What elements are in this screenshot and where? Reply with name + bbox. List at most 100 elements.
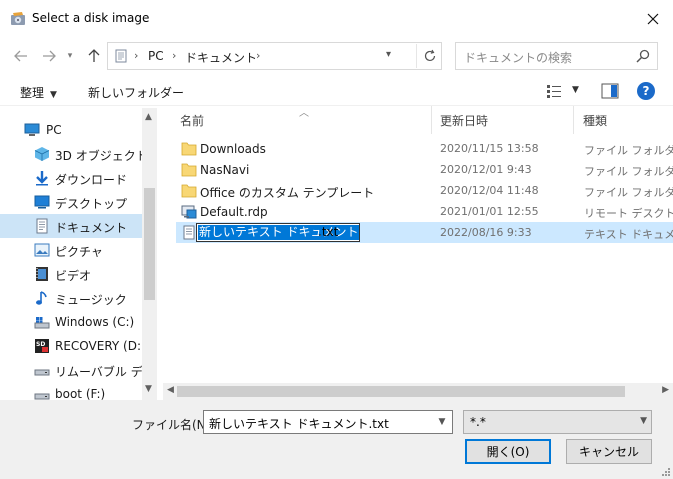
file-name: NasNavi xyxy=(200,163,250,177)
file-name: Downloads xyxy=(200,142,266,156)
file-name: Office のカスタム テンプレート xyxy=(200,186,375,200)
file-row[interactable]: Office のカスタム テンプレート 2020/12/04 11:48 ファイ… xyxy=(176,180,673,201)
help-icon[interactable]: ? xyxy=(637,82,655,100)
organize-menu[interactable]: 整理 ▼ xyxy=(20,84,57,101)
folder-icon xyxy=(181,184,197,198)
window-title: Select a disk image xyxy=(32,11,150,25)
file-row[interactable]: NasNavi 2020/12/01 9:43 ファイル フォルダー xyxy=(176,159,673,180)
sidebar-scroll-thumb[interactable] xyxy=(144,188,155,300)
sd-card-icon: SD xyxy=(35,339,49,353)
file-type-filter[interactable]: *.* ▼ xyxy=(463,410,652,434)
rename-extension: .txt xyxy=(318,225,339,239)
sidebar-item-label: RECOVERY (D:) xyxy=(55,339,146,353)
scroll-left-icon[interactable]: ◀ xyxy=(167,385,174,395)
search-box[interactable]: ドキュメントの検索 xyxy=(455,42,658,70)
sidebar-item-desktop[interactable]: デスクトップ xyxy=(0,190,142,214)
refresh-button[interactable] xyxy=(416,44,442,68)
up-button[interactable] xyxy=(85,47,103,65)
close-button[interactable] xyxy=(633,0,673,38)
column-header-label: 種類 xyxy=(583,113,608,128)
file-type-filter-value: *.* xyxy=(470,415,486,429)
removable-drive-icon xyxy=(34,369,50,376)
drive-icon xyxy=(34,317,50,329)
cancel-button[interactable]: キャンセル xyxy=(566,439,652,464)
sidebar-item-label: PC xyxy=(46,123,62,137)
open-button[interactable]: 開く(O) xyxy=(465,439,551,464)
music-icon xyxy=(36,291,47,305)
back-arrow-icon xyxy=(14,50,27,62)
rename-input[interactable]: 新しいテキスト ドキュメント .txt xyxy=(196,223,360,242)
forward-button[interactable] xyxy=(40,47,58,65)
video-icon xyxy=(36,267,48,281)
breadcrumb-documents[interactable]: ドキュメント xyxy=(185,49,257,66)
back-button[interactable] xyxy=(12,47,30,65)
chevron-down-icon[interactable]: ▼ xyxy=(432,411,452,433)
file-type: ファイル フォルダー xyxy=(584,144,673,157)
sidebar-item-label: boot (F:) xyxy=(55,387,106,400)
command-toolbar: 整理 ▼ 新しいフォルダー ▼ ? xyxy=(0,76,673,106)
documents-icon xyxy=(36,218,48,234)
filename-input[interactable]: 新しいテキスト ドキュメント.txt ▼ xyxy=(203,410,453,434)
3d-objects-icon xyxy=(34,147,50,161)
breadcrumb-separator: › xyxy=(134,49,139,62)
forward-arrow-icon xyxy=(43,50,56,62)
sidebar-scrollbar[interactable]: ▲ ▼ xyxy=(142,108,157,400)
sidebar-item-boot-f[interactable]: boot (F:) xyxy=(0,382,142,400)
column-header-label: 名前 xyxy=(180,113,205,128)
sidebar-item-label: デスクトップ xyxy=(55,197,128,211)
sidebar-item-documents[interactable]: ドキュメント xyxy=(0,214,142,238)
recent-locations-dropdown[interactable]: ▾ xyxy=(64,47,76,65)
sidebar-item-downloads[interactable]: ダウンロード xyxy=(0,166,142,190)
up-arrow-icon xyxy=(88,49,100,62)
file-type: ファイル フォルダー xyxy=(584,165,673,178)
organize-label: 整理 xyxy=(20,86,45,100)
sidebar-item-removable-disk[interactable]: リムーバブル ディスク xyxy=(0,358,157,382)
desktop-icon xyxy=(34,195,50,209)
file-row[interactable]: Downloads 2020/11/15 13:58 ファイル フォルダー xyxy=(176,138,673,159)
preview-pane-icon[interactable] xyxy=(601,83,619,99)
sidebar-item-label: 3D オブジェクト xyxy=(55,149,148,163)
svg-text:SD: SD xyxy=(36,341,45,348)
sidebar-item-label: ミュージック xyxy=(55,293,127,307)
chevron-down-icon: ▼ xyxy=(640,416,647,426)
file-list: ︿ 名前 更新日時 種類 Downloads 2020/11/15 13:58 … xyxy=(163,106,673,400)
resize-grip-icon[interactable] xyxy=(661,467,671,477)
file-list-horizontal-scrollbar[interactable]: ◀ ▶ xyxy=(163,383,673,400)
view-options-dropdown[interactable]: ▼ xyxy=(572,85,579,95)
file-type: テキスト ドキュメント xyxy=(584,228,673,241)
new-folder-button[interactable]: 新しいフォルダー xyxy=(88,84,184,101)
navigation-pane: PC 3D オブジェクト ダウンロード デスクトップ ドキュメント ピクチャ ビ… xyxy=(0,108,157,400)
scroll-right-icon[interactable]: ▶ xyxy=(662,385,669,395)
view-options-icon[interactable] xyxy=(546,83,562,99)
sidebar-item-label: ピクチャ xyxy=(55,245,103,259)
column-header-date[interactable]: 更新日時 xyxy=(440,106,570,134)
file-row[interactable]: Default.rdp 2021/01/01 12:55 リモート デスクトップ xyxy=(176,201,673,222)
sidebar-item-windows-c[interactable]: Windows (C:) xyxy=(0,310,142,334)
column-divider[interactable] xyxy=(573,106,574,134)
breadcrumb-pc[interactable]: PC xyxy=(148,49,164,63)
file-date: 2020/11/15 13:58 xyxy=(440,142,539,155)
column-header-type[interactable]: 種類 xyxy=(583,106,673,134)
file-row-selected[interactable]: 新しいテキスト ドキュメント .txt 2022/08/16 9:33 テキスト… xyxy=(176,222,673,243)
scroll-down-icon[interactable]: ▼ xyxy=(145,384,152,394)
folder-icon xyxy=(181,163,197,177)
sidebar-item-pc[interactable]: PC xyxy=(0,118,142,142)
horizontal-scroll-thumb[interactable] xyxy=(177,386,625,397)
column-header-label: 更新日時 xyxy=(440,113,489,128)
column-header-name[interactable]: 名前 xyxy=(180,106,430,134)
address-dropdown-icon[interactable]: ▾ xyxy=(386,49,391,60)
breadcrumb-separator: › xyxy=(256,49,261,62)
sidebar-item-recovery-d[interactable]: SD RECOVERY (D:) xyxy=(0,334,146,358)
file-type: ファイル フォルダー xyxy=(584,186,673,199)
disk-app-icon xyxy=(11,12,25,25)
file-date: 2020/12/04 11:48 xyxy=(440,184,539,197)
sidebar-item-music[interactable]: ミュージック xyxy=(0,286,142,310)
sidebar-item-3d-objects[interactable]: 3D オブジェクト xyxy=(0,142,148,166)
address-bar[interactable]: › PC › ドキュメント › ▾ xyxy=(107,42,442,70)
sidebar-item-videos[interactable]: ビデオ xyxy=(0,262,142,286)
pc-icon xyxy=(24,123,40,136)
column-divider[interactable] xyxy=(431,106,432,134)
download-icon xyxy=(36,171,48,186)
scroll-up-icon[interactable]: ▲ xyxy=(145,112,152,122)
sidebar-item-pictures[interactable]: ピクチャ xyxy=(0,238,142,262)
